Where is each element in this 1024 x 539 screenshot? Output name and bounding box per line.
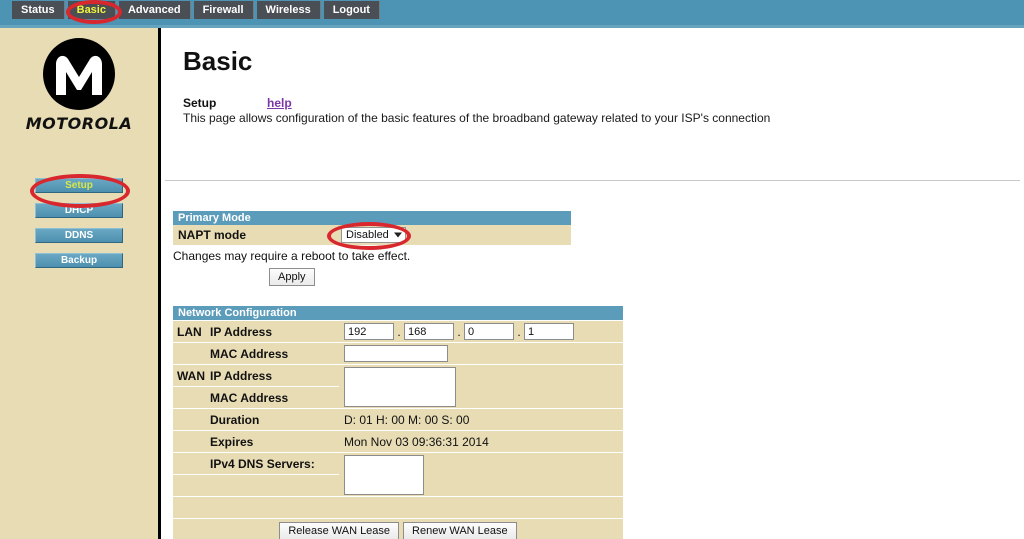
sidebar-item-setup[interactable]: Setup <box>35 178 123 193</box>
table-row: MAC Address <box>173 343 623 364</box>
sidebar-button-list: Setup DHCP DDNS Backup <box>35 178 125 278</box>
brand-logo: MOTOROLA <box>0 38 158 133</box>
row-field-label: Duration <box>205 409 339 430</box>
table-row: Expires Mon Nov 03 09:36:31 2014 <box>173 431 623 452</box>
row-side-label <box>173 431 205 452</box>
primary-mode-panel: Primary Mode NAPT mode Disabled Changes … <box>173 211 571 286</box>
row-field-label <box>205 475 339 496</box>
napt-mode-select[interactable]: Disabled <box>341 227 406 243</box>
row-side-label: LAN <box>173 321 205 342</box>
network-configuration-panel: Network Configuration LANIP Address...MA… <box>173 306 623 539</box>
tab-logout[interactable]: Logout <box>323 1 380 19</box>
sidebar-item-dhcp[interactable]: DHCP <box>35 203 123 218</box>
sidebar: MOTOROLA Setup DHCP DDNS Backup <box>0 28 158 539</box>
lease-buttons-cell: Release WAN Lease Renew WAN Lease <box>173 519 623 539</box>
lan-ip-octet-2-input[interactable] <box>404 323 454 340</box>
ip-dot-separator: . <box>517 324 521 339</box>
ipv4-dns-servers-box[interactable] <box>344 454 424 495</box>
row-field-label: IP Address <box>205 321 339 342</box>
router-admin-page: Status Basic Advanced Firewall Wireless Logou… <box>0 0 1024 539</box>
row-side-label <box>173 343 205 364</box>
apply-button-wrap: Apply <box>173 267 571 286</box>
row-field-label <box>205 497 339 518</box>
row-side-label <box>173 387 205 408</box>
help-link[interactable]: help <box>267 96 292 110</box>
lan-ip-octet-1-input[interactable] <box>344 323 394 340</box>
row-side-label <box>173 409 205 430</box>
top-navigation-bar: Status Basic Advanced Firewall Wireless Logou… <box>0 0 1024 28</box>
primary-mode-header: Primary Mode <box>173 211 571 225</box>
table-row <box>173 497 623 518</box>
chevron-down-icon <box>393 232 402 238</box>
lan-mac-address-input[interactable] <box>344 345 448 362</box>
row-field-label: IPv4 DNS Servers: <box>205 453 339 474</box>
table-row: WAN IP Address <box>173 365 623 408</box>
row-value-cell: ... <box>339 321 623 342</box>
page-title: Basic <box>183 46 253 76</box>
row-side-label <box>173 475 205 496</box>
reboot-note: Changes may require a reboot to take eff… <box>173 249 411 263</box>
apply-button[interactable]: Apply <box>269 268 315 286</box>
table-row: IPv4 DNS Servers: <box>173 453 623 496</box>
row-field-label: MAC Address <box>205 387 339 408</box>
lan-ip-octet-4-input[interactable] <box>524 323 574 340</box>
motorola-logo-icon <box>43 38 115 110</box>
row-side-label: WAN <box>173 365 205 386</box>
tab-wireless[interactable]: Wireless <box>256 1 321 19</box>
network-configuration-table: LANIP Address...MAC AddressWANIP Address… <box>173 320 623 539</box>
release-wan-lease-button[interactable]: Release WAN Lease <box>279 522 400 539</box>
row-value-cell <box>339 365 623 408</box>
tab-basic[interactable]: Basic <box>67 1 116 19</box>
row-field-label: MAC Address <box>205 343 339 364</box>
main-content: Basic Setup help This page allows configu… <box>161 28 1024 539</box>
table-row: LANIP Address... <box>173 321 623 342</box>
wan-address-display-box[interactable] <box>344 366 456 407</box>
renew-wan-lease-button[interactable]: Renew WAN Lease <box>403 522 517 539</box>
lan-ip-address-inputs: ... <box>344 323 623 340</box>
row-value-cell: D: 01 H: 00 M: 00 S: 00 <box>339 409 623 430</box>
row-field-label: Expires <box>205 431 339 452</box>
napt-mode-row: NAPT mode Disabled <box>173 225 571 246</box>
tab-firewall[interactable]: Firewall <box>193 1 254 19</box>
brand-wordmark: MOTOROLA <box>25 114 133 133</box>
tab-list: Status Basic Advanced Firewall Wireless Logou… <box>12 1 383 19</box>
page-description: This page allows configuration of the ba… <box>183 111 771 125</box>
lease-buttons-row: Release WAN Lease Renew WAN Lease <box>173 519 623 539</box>
horizontal-rule <box>165 180 1020 181</box>
row-field-label: IP Address <box>205 365 339 386</box>
napt-mode-selected-value: Disabled <box>346 229 389 241</box>
lan-ip-octet-3-input[interactable] <box>464 323 514 340</box>
tab-advanced[interactable]: Advanced <box>118 1 191 19</box>
ip-dot-separator: . <box>457 324 461 339</box>
row-value-cell: Mon Nov 03 09:36:31 2014 <box>339 431 623 452</box>
network-configuration-header: Network Configuration <box>173 306 623 320</box>
sidebar-item-ddns[interactable]: DDNS <box>35 228 123 243</box>
row-value-cell <box>339 343 623 364</box>
napt-mode-label: NAPT mode <box>178 228 247 242</box>
row-side-label <box>173 497 205 518</box>
row-value-cell <box>339 497 623 518</box>
tab-status[interactable]: Status <box>12 1 65 19</box>
row-side-label <box>173 453 205 474</box>
row-value-cell <box>339 453 623 496</box>
motorola-batwing-icon <box>56 55 102 95</box>
table-row: Duration D: 01 H: 00 M: 00 S: 00 <box>173 409 623 430</box>
section-label: Setup <box>183 96 217 110</box>
ip-dot-separator: . <box>397 324 401 339</box>
sidebar-item-backup[interactable]: Backup <box>35 253 123 268</box>
section-heading-row: Setup help <box>183 94 292 112</box>
